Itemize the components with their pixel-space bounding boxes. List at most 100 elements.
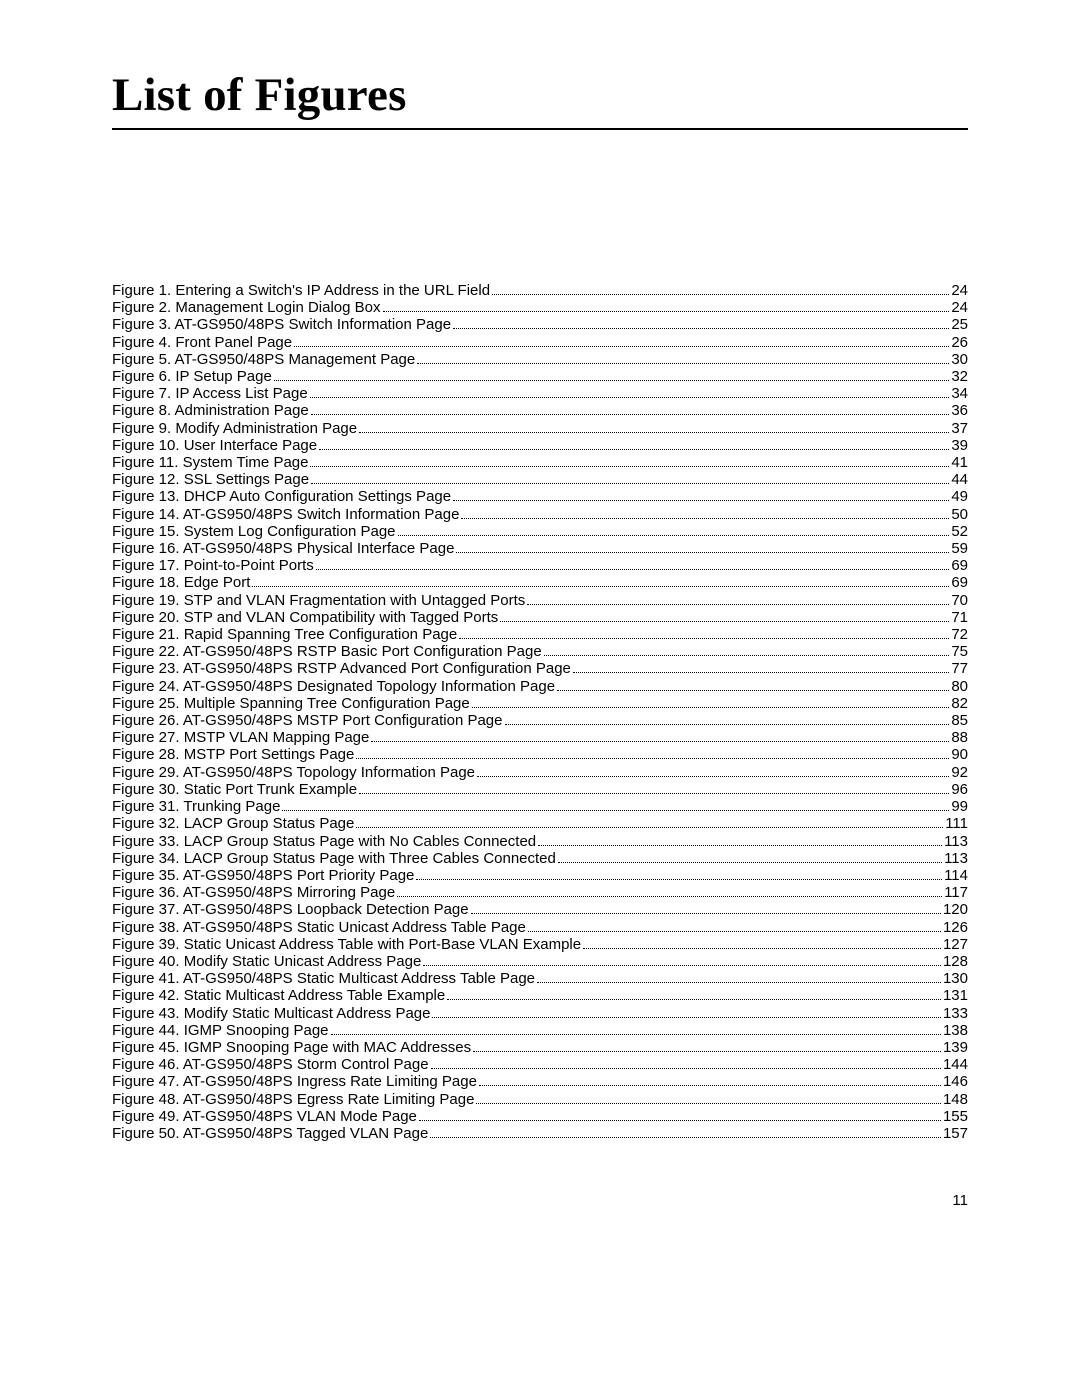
toc-entry-label: Figure 9. Modify Administration Page [112, 420, 357, 437]
toc-row: Figure 50. AT-GS950/48PS Tagged VLAN Pag… [112, 1125, 968, 1142]
toc-leader-dots [476, 1103, 941, 1104]
toc-entry-label: Figure 50. AT-GS950/48PS Tagged VLAN Pag… [112, 1125, 428, 1142]
toc-leader-dots [311, 483, 949, 484]
toc-row: Figure 7. IP Access List Page 34 [112, 385, 968, 402]
toc-leader-dots [294, 346, 949, 347]
toc-entry-label: Figure 44. IGMP Snooping Page [112, 1022, 329, 1039]
toc-entry-label: Figure 33. LACP Group Status Page with N… [112, 833, 536, 850]
toc-row: Figure 44. IGMP Snooping Page 138 [112, 1022, 968, 1039]
toc-leader-dots [456, 552, 949, 553]
toc-leader-dots [453, 328, 949, 329]
toc-entry-label: Figure 32. LACP Group Status Page [112, 815, 354, 832]
toc-entry-label: Figure 25. Multiple Spanning Tree Config… [112, 695, 470, 712]
toc-leader-dots [492, 294, 949, 295]
toc-entry-label: Figure 29. AT-GS950/48PS Topology Inform… [112, 764, 475, 781]
toc-leader-dots [383, 311, 950, 312]
toc-entry-page: 70 [951, 592, 968, 609]
toc-row: Figure 17. Point-to-Point Ports 69 [112, 557, 968, 574]
toc-entry-label: Figure 19. STP and VLAN Fragmentation wi… [112, 592, 525, 609]
toc-row: Figure 9. Modify Administration Page 37 [112, 420, 968, 437]
toc-entry-label: Figure 20. STP and VLAN Compatibility wi… [112, 609, 498, 626]
toc-row: Figure 37. AT-GS950/48PS Loopback Detect… [112, 901, 968, 918]
toc-row: Figure 21. Rapid Spanning Tree Configura… [112, 626, 968, 643]
toc-row: Figure 46. AT-GS950/48PS Storm Control P… [112, 1056, 968, 1073]
toc-row: Figure 22. AT-GS950/48PS RSTP Basic Port… [112, 643, 968, 660]
toc-entry-label: Figure 41. AT-GS950/48PS Static Multicas… [112, 970, 535, 987]
toc-row: Figure 43. Modify Static Multicast Addre… [112, 1005, 968, 1022]
toc-entry-label: Figure 42. Static Multicast Address Tabl… [112, 987, 445, 1004]
toc-entry-label: Figure 27. MSTP VLAN Mapping Page [112, 729, 369, 746]
toc-leader-dots [252, 586, 949, 587]
toc-row: Figure 1. Entering a Switch's IP Address… [112, 282, 968, 299]
toc-leader-dots [558, 862, 942, 863]
toc-entry-page: 138 [943, 1022, 968, 1039]
toc-entry-label: Figure 23. AT-GS950/48PS RSTP Advanced P… [112, 660, 571, 677]
toc-entry-page: 96 [951, 781, 968, 798]
toc-entry-page: 37 [951, 420, 968, 437]
toc-entry-page: 26 [951, 334, 968, 351]
toc-entry-label: Figure 37. AT-GS950/48PS Loopback Detect… [112, 901, 469, 918]
toc-leader-dots [311, 414, 950, 415]
toc-leader-dots [583, 948, 941, 949]
toc-row: Figure 31. Trunking Page 99 [112, 798, 968, 815]
toc-leader-dots [453, 500, 949, 501]
toc-leader-dots [432, 1017, 940, 1018]
toc-row: Figure 18. Edge Port 69 [112, 574, 968, 591]
toc-entry-label: Figure 10. User Interface Page [112, 437, 317, 454]
toc-entry-page: 157 [943, 1125, 968, 1142]
toc-entry-page: 71 [951, 609, 968, 626]
toc-row: Figure 28. MSTP Port Settings Page 90 [112, 746, 968, 763]
toc-entry-page: 99 [951, 798, 968, 815]
page-number: 11 [952, 1192, 968, 1209]
toc-entry-page: 24 [951, 282, 968, 299]
toc-entry-page: 41 [951, 454, 968, 471]
toc-entry-label: Figure 28. MSTP Port Settings Page [112, 746, 354, 763]
toc-entry-label: Figure 17. Point-to-Point Ports [112, 557, 314, 574]
toc-leader-dots [417, 363, 949, 364]
toc-row: Figure 13. DHCP Auto Configuration Setti… [112, 488, 968, 505]
toc-entry-page: 117 [944, 884, 968, 901]
toc-row: Figure 36. AT-GS950/48PS Mirroring Page … [112, 884, 968, 901]
toc-leader-dots [316, 569, 950, 570]
toc-row: Figure 23. AT-GS950/48PS RSTP Advanced P… [112, 660, 968, 677]
toc-entry-page: 128 [943, 953, 968, 970]
toc-entry-label: Figure 26. AT-GS950/48PS MSTP Port Confi… [112, 712, 503, 729]
toc-entry-page: 114 [944, 867, 968, 884]
toc-leader-dots [459, 638, 949, 639]
toc-entry-page: 59 [951, 540, 968, 557]
toc-leader-dots [310, 397, 950, 398]
toc-entry-page: 44 [951, 471, 968, 488]
toc-entry-page: 75 [951, 643, 968, 660]
toc-row: Figure 19. STP and VLAN Fragmentation wi… [112, 592, 968, 609]
toc-entry-page: 148 [943, 1091, 968, 1108]
toc-row: Figure 30. Static Port Trunk Example 96 [112, 781, 968, 798]
toc-entry-page: 82 [951, 695, 968, 712]
toc-entry-page: 130 [943, 970, 968, 987]
toc-entry-page: 113 [944, 833, 968, 850]
document-page: List of Figures Figure 1. Entering a Swi… [0, 0, 1080, 1397]
toc-row: Figure 14. AT-GS950/48PS Switch Informat… [112, 506, 968, 523]
toc-entry-page: 133 [943, 1005, 968, 1022]
toc-row: Figure 16. AT-GS950/48PS Physical Interf… [112, 540, 968, 557]
toc-entry-label: Figure 12. SSL Settings Page [112, 471, 309, 488]
toc-row: Figure 12. SSL Settings Page 44 [112, 471, 968, 488]
toc-entry-label: Figure 13. DHCP Auto Configuration Setti… [112, 488, 451, 505]
toc-row: Figure 40. Modify Static Unicast Address… [112, 953, 968, 970]
toc-leader-dots [544, 655, 950, 656]
toc-entry-label: Figure 14. AT-GS950/48PS Switch Informat… [112, 506, 459, 523]
toc-leader-dots [416, 879, 942, 880]
toc-entry-page: 36 [951, 402, 968, 419]
toc-leader-dots [557, 690, 949, 691]
toc-entry-label: Figure 18. Edge Port [112, 574, 250, 591]
toc-leader-dots [430, 1137, 941, 1138]
toc-leader-dots [472, 707, 950, 708]
toc-leader-dots [398, 535, 950, 536]
toc-entry-label: Figure 35. AT-GS950/48PS Port Priority P… [112, 867, 414, 884]
toc-entry-page: 69 [951, 557, 968, 574]
toc-row: Figure 3. AT-GS950/48PS Switch Informati… [112, 316, 968, 333]
toc-leader-dots [461, 518, 949, 519]
toc-entry-label: Figure 45. IGMP Snooping Page with MAC A… [112, 1039, 471, 1056]
toc-entry-label: Figure 5. AT-GS950/48PS Management Page [112, 351, 415, 368]
toc-row: Figure 2. Management Login Dialog Box 24 [112, 299, 968, 316]
toc-entry-label: Figure 49. AT-GS950/48PS VLAN Mode Page [112, 1108, 417, 1125]
